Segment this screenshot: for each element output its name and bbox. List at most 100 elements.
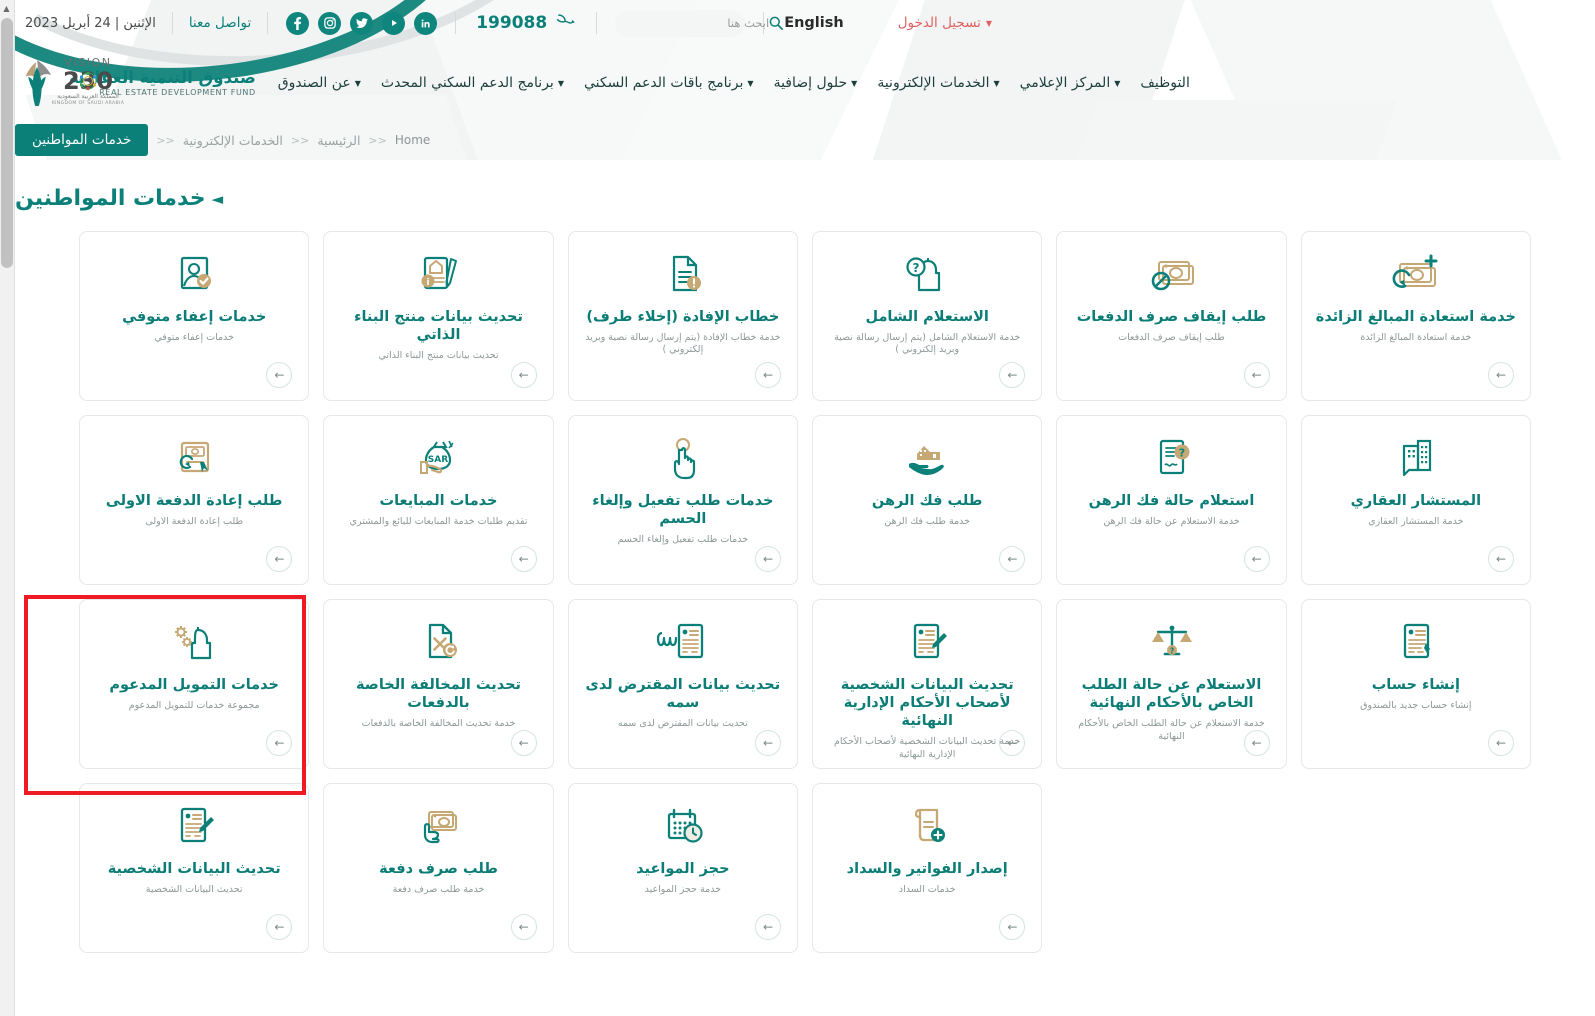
- service-card[interactable]: طلب إعادة الدفعة الاولى طلب إعادة الدفعة …: [79, 415, 310, 585]
- banknote-cursor-icon: [169, 432, 219, 484]
- service-card-arrow-button[interactable]: ←: [1488, 730, 1514, 756]
- service-card[interactable]: تحديث البيانات الشخصية تحديث البيانات الش…: [79, 783, 310, 953]
- page-scrollbar[interactable]: ▲: [0, 0, 15, 1016]
- nav-item-housing-support-packages[interactable]: برنامج باقات الدعم السكني ▼: [584, 75, 754, 91]
- service-card-arrow-button[interactable]: ←: [510, 362, 537, 388]
- document-x-refresh-icon: [414, 616, 464, 668]
- contact-us-link[interactable]: تواصل معنا: [179, 15, 261, 31]
- service-card[interactable]: طلب إيقاف صرف الدفعات طلب إيقاف صرف الدفع…: [1056, 231, 1287, 401]
- service-card[interactable]: خدمات إعفاء متوفي خدمات إعفاء متوفي ←: [79, 231, 310, 401]
- grid-spacer: [1301, 783, 1531, 953]
- language-switch-english[interactable]: English: [770, 15, 858, 31]
- service-card-arrow-button[interactable]: ←: [510, 914, 537, 940]
- service-card[interactable]: طلب فك الرهن خدمة طلب فك الرهن ←: [812, 415, 1043, 585]
- chevron-down-icon: ▼: [993, 78, 1000, 88]
- nav-item-additional-solutions[interactable]: حلول إضافية ▼: [774, 75, 858, 91]
- service-card[interactable]: المستشار العقاري خدمة المستشار العقاري ←: [1300, 415, 1531, 585]
- service-card-arrow-button[interactable]: ←: [755, 914, 782, 940]
- building-chat-icon: [1391, 432, 1441, 484]
- service-card[interactable]: طلب صرف دفعة خدمة طلب صرف دفعة ←: [323, 783, 554, 953]
- service-card[interactable]: ? الاستعلام عن حالة الطلب الخاص بالأحكام …: [1056, 599, 1287, 769]
- svg-text:i: i: [426, 278, 429, 288]
- service-card[interactable]: SAR خدمات المبايعات تقديم طلبات خدمة المبا…: [323, 415, 554, 585]
- chevron-down-icon: ▼: [985, 18, 993, 28]
- chevron-down-icon: ▼: [747, 78, 754, 88]
- scrollbar-thumb[interactable]: [1, 18, 13, 268]
- instagram-icon[interactable]: [318, 11, 342, 35]
- top-utility-bar: الإثنين | 24 أبريل 2023 تواصل معنا 19908…: [15, 0, 1595, 46]
- service-card-title: خدمات إعفاء متوفي: [122, 309, 267, 325]
- service-card[interactable]: إنشاء حساب إنشاء حساب جديد بالصندوق ←: [1300, 599, 1531, 769]
- service-card-arrow-button[interactable]: ←: [1488, 546, 1514, 572]
- service-card-title: طلب إعادة الدفعة الاولى: [105, 493, 283, 509]
- service-card-description: خدمة استعادة المبالغ الزائدة: [1360, 332, 1472, 344]
- service-card[interactable]: i تحديث بيانات منتج البناء الذاتي تحديث بي…: [323, 231, 554, 401]
- service-card[interactable]: خدمات طلب تفعيل وإلغاء الحسم خدمات طلب تف…: [567, 415, 799, 585]
- create-account-document-icon: [1391, 616, 1441, 668]
- nav-item-updated-housing-support[interactable]: برنامج الدعم السكني المحدث ▼: [381, 75, 564, 91]
- service-card-arrow-button[interactable]: ←: [755, 546, 782, 572]
- nav-item-about-fund[interactable]: عن الصندوق ▼: [278, 75, 361, 91]
- search-icon[interactable]: [769, 16, 784, 30]
- scroll-up-arrow-icon[interactable]: ▲: [0, 0, 14, 16]
- breadcrumb-home-arabic[interactable]: الرئيسية: [317, 133, 360, 148]
- breadcrumb-electronic-services[interactable]: الخدمات الإلكترونية: [183, 133, 283, 148]
- breadcrumb-home-english[interactable]: Home: [395, 133, 430, 147]
- service-card[interactable]: إصدار الفواتير والسداد خدمات السداد ←: [812, 783, 1043, 953]
- phone-number[interactable]: 199088: [462, 12, 590, 35]
- service-card-arrow-button[interactable]: ←: [1243, 362, 1270, 388]
- service-card[interactable]: حجز المواعيد خدمة حجز المواعيد ←: [567, 783, 799, 953]
- service-card-arrow-button[interactable]: ←: [266, 362, 293, 388]
- service-card-arrow-button[interactable]: ←: [266, 546, 293, 572]
- service-card[interactable]: تحديث المخالفة الخاصة بالدفعات خدمة تحديث…: [323, 599, 554, 769]
- service-card-arrow-button[interactable]: ←: [999, 362, 1026, 388]
- service-card[interactable]: ? استعلام حالة فك الرهن خدمة الاستعلام عن …: [1056, 415, 1287, 585]
- chevron-down-icon: ▼: [557, 78, 564, 88]
- service-card[interactable]: خطاب الإفادة (إخلاء طرف) خدمة خطاب الإفاد…: [567, 231, 799, 401]
- nav-label: المركز الإعلامي: [1019, 75, 1111, 91]
- service-card-description: خدمات طلب تفعيل وإلغاء الحسم: [617, 534, 749, 546]
- service-card-arrow-button[interactable]: ←: [755, 730, 782, 756]
- service-card-description: خدمات إعفاء متوفي: [154, 332, 234, 344]
- nav-item-careers[interactable]: التوظيف: [1140, 75, 1189, 91]
- id-card-check-icon: [169, 248, 219, 300]
- svg-text:?: ?: [1169, 647, 1173, 656]
- service-card-arrow-button[interactable]: ←: [266, 914, 293, 940]
- service-card-arrow-button[interactable]: ←: [1243, 546, 1270, 572]
- nav-item-electronic-services[interactable]: الخدمات الإلكترونية ▼: [877, 75, 999, 91]
- service-card-title: تحديث بيانات المقترض لدى سمه: [585, 677, 781, 712]
- service-card-title: خدمة استعادة المبالغ الزائدة: [1315, 309, 1516, 325]
- breadcrumb-active-citizen-services[interactable]: خدمات المواطنين: [15, 124, 149, 156]
- service-card-title: استعلام حالة فك الرهن: [1088, 493, 1255, 509]
- service-card[interactable]: تحديث البيانات الشخصية لأصحاب الأحكام ال…: [812, 599, 1043, 769]
- service-card-title: تحديث بيانات منتج البناء الذاتي: [354, 309, 523, 344]
- divider: [267, 12, 269, 34]
- svg-text:SAR: SAR: [427, 455, 447, 465]
- service-card[interactable]: خدمات التمويل المدعوم مجموعة خدمات للتموي…: [79, 599, 310, 769]
- service-card-title: المستشار العقاري: [1350, 493, 1482, 509]
- facebook-icon[interactable]: [286, 11, 310, 35]
- service-card-arrow-button[interactable]: ←: [1488, 362, 1514, 388]
- search-input[interactable]: [623, 16, 770, 30]
- service-card-title: طلب فك الرهن: [871, 493, 983, 509]
- service-card-arrow-button[interactable]: ←: [999, 546, 1026, 572]
- service-card-description: خدمة الاستعلام عن حالة فك الرهن: [1103, 516, 1240, 528]
- twitter-icon[interactable]: [350, 11, 374, 35]
- service-card[interactable]: ? الاستعلام الشامل خدمة الاستعلام الشامل (…: [812, 231, 1043, 401]
- youtube-icon[interactable]: [382, 11, 406, 35]
- service-card[interactable]: تحديث بيانات المقترض لدى سمه تحديث بيانات…: [567, 599, 799, 769]
- service-card[interactable]: خدمة استعادة المبالغ الزائدة خدمة استعادة…: [1300, 231, 1531, 401]
- search-box[interactable]: [615, 9, 784, 37]
- login-button[interactable]: تسجيل الدخول ▼: [858, 15, 992, 31]
- nav-item-media-center[interactable]: المركز الإعلامي ▼: [1020, 75, 1121, 91]
- nav-label: برنامج الدعم السكني المحدث: [380, 75, 554, 91]
- service-card-arrow-button[interactable]: ←: [510, 546, 537, 572]
- site-header: الإثنين | 24 أبريل 2023 تواصل معنا 19908…: [15, 0, 1595, 160]
- service-card-arrow-button[interactable]: ←: [266, 730, 293, 756]
- service-card-arrow-button[interactable]: ←: [1243, 730, 1270, 756]
- service-card-arrow-button[interactable]: ←: [999, 914, 1026, 940]
- service-card-arrow-button[interactable]: ←: [510, 730, 537, 756]
- divider: [596, 12, 598, 34]
- service-card-arrow-button[interactable]: ←: [755, 362, 782, 388]
- linkedin-icon[interactable]: [414, 11, 438, 35]
